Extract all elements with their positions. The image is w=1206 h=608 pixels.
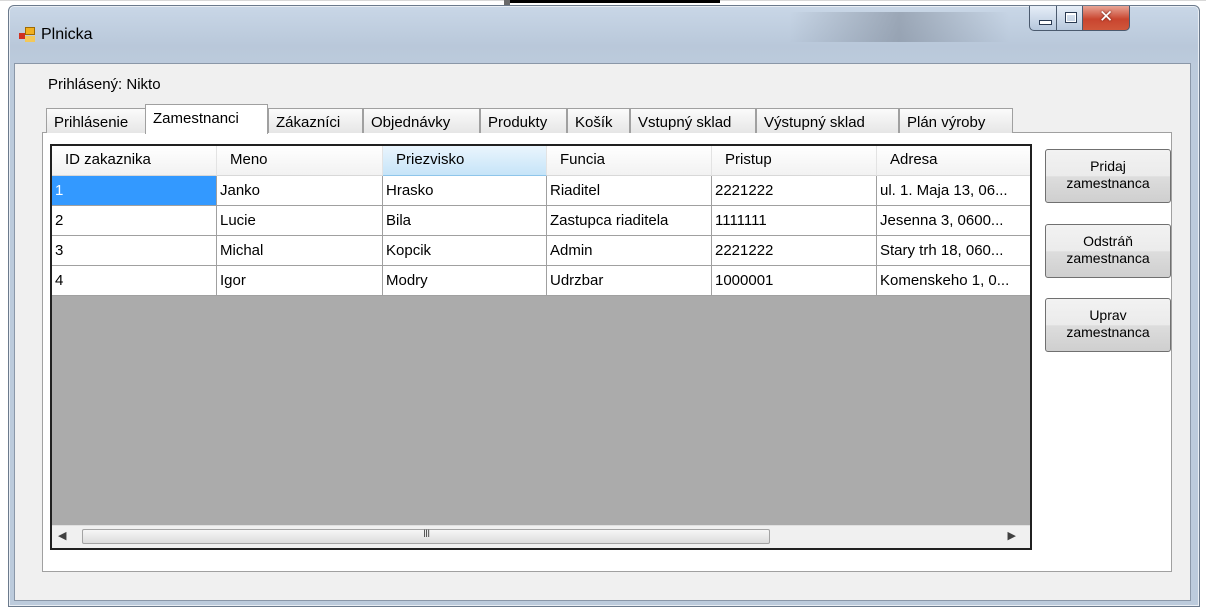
table-cell[interactable]: Udrzbar <box>547 266 712 296</box>
button-label-line: Uprav <box>1089 307 1127 323</box>
table-cell[interactable]: ul. 1. Maja 13, 06... <box>877 176 1030 206</box>
tab-vstupny-sklad[interactable]: Vstupný sklad <box>630 108 756 133</box>
table-cell[interactable]: 2221222 <box>712 236 877 266</box>
column-header-adresa[interactable]: Adresa <box>877 146 1030 176</box>
minimize-button[interactable] <box>1029 6 1057 31</box>
edit-employee-button[interactable]: Uprav zamestnanca <box>1045 298 1171 352</box>
maximize-button[interactable] <box>1056 6 1083 31</box>
column-header-priezvisko[interactable]: Priezvisko <box>383 146 547 176</box>
button-label-line: Odstráň <box>1083 233 1133 249</box>
table-cell[interactable]: Riaditel <box>547 176 712 206</box>
table-cell[interactable]: 4 <box>52 266 217 296</box>
table-cell[interactable]: Lucie <box>217 206 383 236</box>
scrollbar-thumb[interactable]: III <box>82 528 770 544</box>
table-cell[interactable]: Jesenna 3, 0600... <box>877 206 1030 236</box>
tab-prihlasenie[interactable]: Prihlásenie <box>46 108 146 133</box>
button-label-line: Pridaj <box>1090 158 1126 174</box>
table-row[interactable]: 2 Lucie Bila Zastupca riaditela 1111111 … <box>52 206 1030 236</box>
tab-produkty[interactable]: Produkty <box>480 108 567 133</box>
tab-zamestnanci[interactable]: Zamestnanci <box>145 104 268 134</box>
table-cell[interactable]: 1 <box>52 176 217 206</box>
table-cell[interactable]: 1000001 <box>712 266 877 296</box>
table-cell[interactable]: 1111111 <box>712 206 877 236</box>
table-cell[interactable]: Michal <box>217 236 383 266</box>
minimize-icon <box>1039 20 1052 25</box>
column-header-pristup[interactable]: Pristup <box>712 146 877 176</box>
column-header-meno[interactable]: Meno <box>217 146 383 176</box>
table-cell[interactable]: Zastupca riaditela <box>547 206 712 236</box>
column-header-funcia[interactable]: Funcia <box>547 146 712 176</box>
remove-employee-button[interactable]: Odstráň zamestnanca <box>1045 224 1171 278</box>
add-employee-button[interactable]: Pridaj zamestnanca <box>1045 149 1171 203</box>
table-cell[interactable]: Janko <box>217 176 383 206</box>
close-icon: ✕ <box>1099 7 1114 27</box>
client-area: Prihlásený: Nikto Prihlásenie Zamestnanc… <box>14 63 1191 601</box>
tab-kosik[interactable]: Košík <box>567 108 630 133</box>
table-cell[interactable]: Admin <box>547 236 712 266</box>
background-artifact-bar <box>510 0 720 3</box>
table-row[interactable]: 4 Igor Modry Udrzbar 1000001 Komenskeho … <box>52 266 1030 296</box>
titlebar-glass-reflection <box>789 12 1009 42</box>
maximize-icon <box>1065 12 1077 23</box>
scroll-right-icon[interactable]: ▶ <box>1008 529 1016 542</box>
title-bar[interactable]: Plnicka ✕ <box>9 6 1199 46</box>
table-cell[interactable]: Modry <box>383 266 547 296</box>
scrollbar-grip-icon: III <box>423 528 430 540</box>
table-cell[interactable]: Komenskeho 1, 0... <box>877 266 1030 296</box>
button-label-line: zamestnanca <box>1066 250 1150 266</box>
table-cell[interactable]: Bila <box>383 206 547 236</box>
table-cell[interactable]: Kopcik <box>383 236 547 266</box>
table-cell[interactable]: 3 <box>52 236 217 266</box>
horizontal-scrollbar[interactable]: ◀ III ▶ <box>52 525 1030 548</box>
button-label-line: zamestnanca <box>1066 175 1150 191</box>
tab-objednavky[interactable]: Objednávky <box>363 108 480 133</box>
button-label-line: zamestnanca <box>1066 324 1150 340</box>
table-cell[interactable]: Stary trh 18, 060... <box>877 236 1030 266</box>
tab-plan-vyroby[interactable]: Plán výroby <box>899 108 1013 133</box>
close-button[interactable]: ✕ <box>1082 6 1130 31</box>
employees-grid[interactable]: ID zakaznika Meno Priezvisko Funcia Pris… <box>50 144 1032 550</box>
app-icon[interactable] <box>19 27 35 43</box>
logged-in-label: Prihlásený: Nikto <box>48 76 161 93</box>
window-title: Plnicka <box>41 26 93 43</box>
column-header-id[interactable]: ID zakaznika <box>52 146 217 176</box>
table-cell[interactable]: Hrasko <box>383 176 547 206</box>
table-row[interactable]: 1 Janko Hrasko Riaditel 2221222 ul. 1. M… <box>52 176 1030 206</box>
tab-zakaznici[interactable]: Zákazníci <box>268 108 363 133</box>
table-cell[interactable]: 2221222 <box>712 176 877 206</box>
table-row[interactable]: 3 Michal Kopcik Admin 2221222 Stary trh … <box>52 236 1030 266</box>
grid-header: ID zakaznika Meno Priezvisko Funcia Pris… <box>52 146 1030 176</box>
table-cell[interactable]: 2 <box>52 206 217 236</box>
tab-vystupny-sklad[interactable]: Výstupný sklad <box>756 108 899 133</box>
scroll-left-icon[interactable]: ◀ <box>58 529 66 542</box>
table-cell[interactable]: Igor <box>217 266 383 296</box>
